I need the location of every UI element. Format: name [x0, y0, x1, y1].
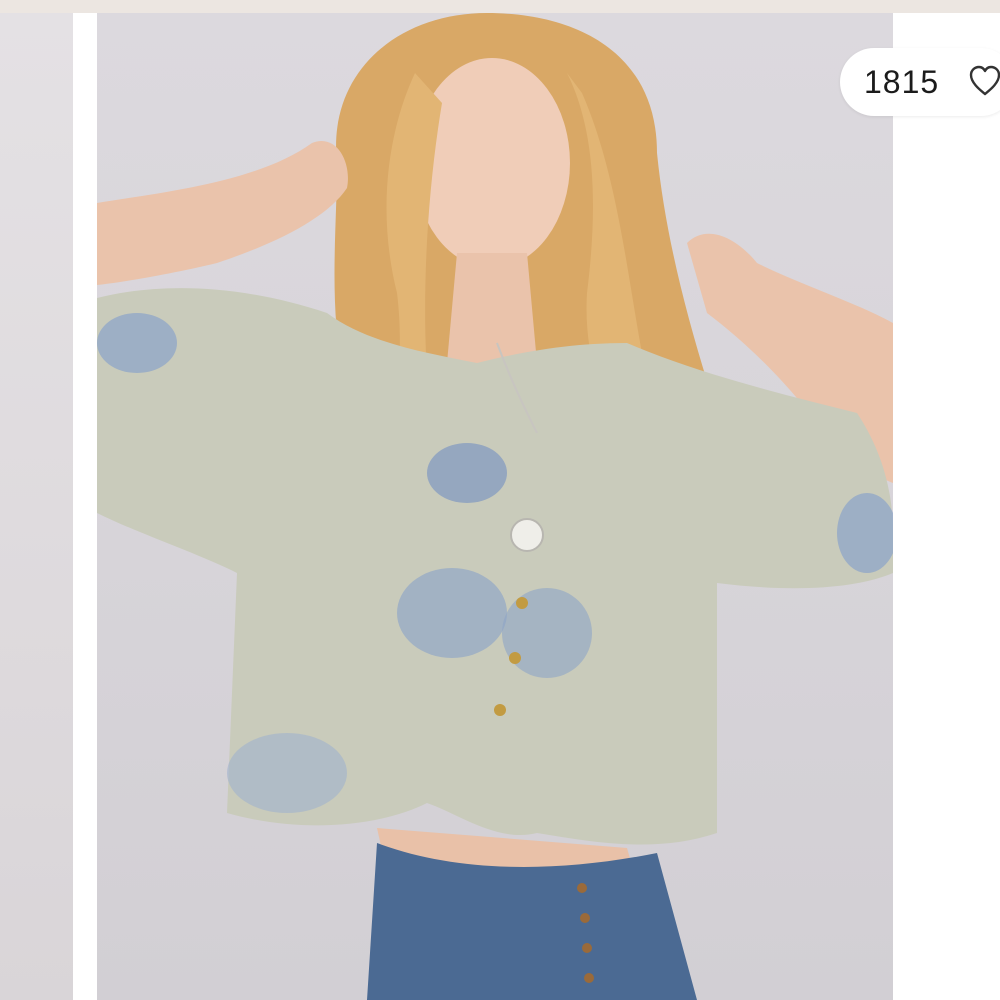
embroidery-flower — [502, 588, 592, 678]
previous-product-image[interactable] — [0, 13, 73, 1000]
blouse-button — [509, 652, 521, 664]
embroidery-flower — [397, 568, 507, 658]
wash-accent — [97, 313, 177, 373]
product-image[interactable] — [97, 13, 893, 1000]
jeans-button — [580, 913, 590, 923]
image-gutter — [73, 13, 97, 1000]
embroidery-flower — [227, 733, 347, 813]
model-photo-illustration — [97, 13, 893, 1000]
jeans-button — [584, 973, 594, 983]
top-strip — [0, 0, 1000, 13]
face-shape — [414, 58, 570, 268]
neck-shape — [447, 253, 537, 363]
jeans-button — [582, 943, 592, 953]
like-button[interactable]: 1815 — [840, 48, 1000, 116]
heart-outline-icon[interactable] — [968, 65, 1000, 97]
blouse-button — [494, 704, 506, 716]
embroidery-flower — [427, 443, 507, 503]
like-count: 1815 — [864, 64, 940, 100]
necklace-pendant — [510, 518, 544, 552]
jeans-button — [577, 883, 587, 893]
blouse-button — [516, 597, 528, 609]
left-arm-shape — [97, 141, 348, 285]
